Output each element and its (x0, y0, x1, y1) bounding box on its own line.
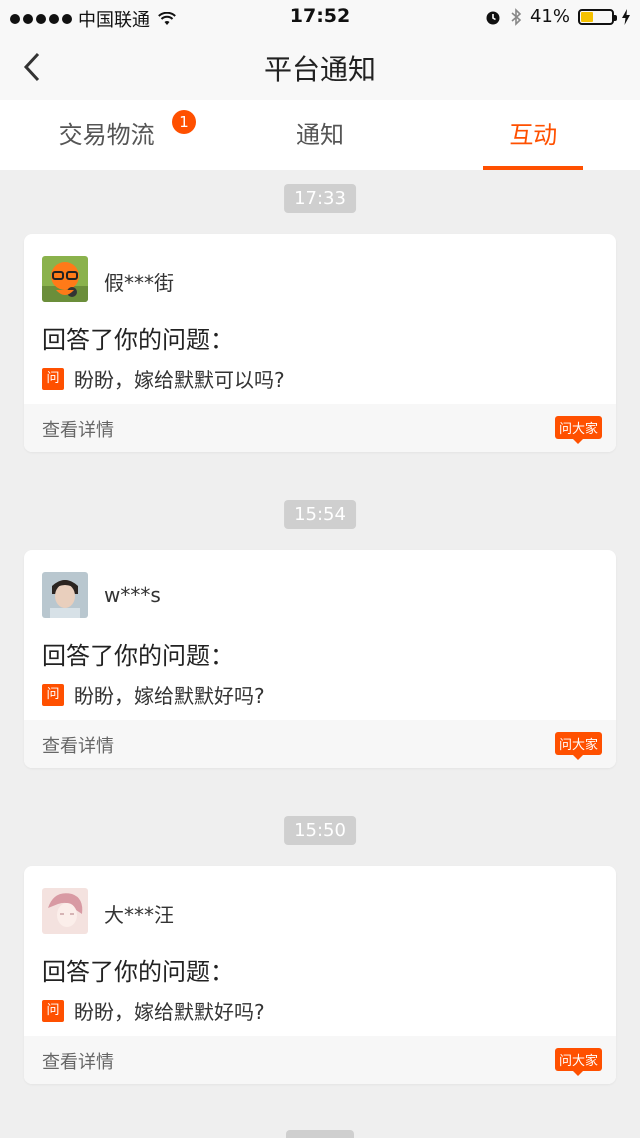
card-footer: 查看详情 问大家 (24, 720, 616, 768)
question-row: 问 盼盼，嫁给默默可以吗? (42, 364, 285, 393)
nav-bar: 平台通知 (0, 34, 640, 100)
alarm-clock-icon (486, 11, 500, 24)
source-tag: 问大家 (554, 1048, 602, 1071)
tab-label: 通知 (295, 121, 344, 149)
timestamp-chip: 17:33 (284, 184, 356, 213)
question-tag-icon: 问 (42, 367, 64, 390)
message-group: 17:33 假***街 回答了你的问题： 问 盼盼，嫁给默默可以吗? 查看详情 … (0, 170, 640, 486)
tab-interaction[interactable]: 互动 (427, 100, 640, 170)
avatar[interactable] (42, 888, 88, 934)
question-row: 问 盼盼，嫁给默默好吗? (42, 680, 265, 709)
battery-icon (578, 8, 617, 25)
timestamp-chip: 15:54 (284, 500, 356, 529)
user-name: 大***汪 (104, 903, 174, 927)
question-tag-icon: 问 (42, 999, 64, 1022)
question-text: 盼盼，嫁给默默可以吗? (74, 368, 285, 392)
tab-trade-logistics[interactable]: 交易物流 1 (0, 100, 213, 170)
status-right: 41% (484, 6, 630, 27)
action-text: 回答了你的问题： (42, 642, 234, 670)
question-row: 问 盼盼，嫁给默默好吗? (42, 996, 265, 1025)
question-tag-icon: 问 (42, 683, 64, 706)
view-details-link[interactable]: 查看详情 (42, 732, 114, 758)
timestamp-chip-partial (286, 1130, 354, 1138)
page-title: 平台通知 (263, 53, 376, 86)
question-text: 盼盼，嫁给默默好吗? (74, 1000, 265, 1024)
message-group: 15:54 w***s 回答了你的问题： 问 盼盼，嫁给默默好吗? 查看详情 问… (0, 486, 640, 802)
battery-percent: 41% (529, 6, 570, 27)
user-name: 假***街 (104, 271, 174, 295)
message-card[interactable]: w***s 回答了你的问题： 问 盼盼，嫁给默默好吗? 查看详情 问大家 (24, 550, 616, 768)
message-group: 15:50 大***汪 回答了你的问题： 问 盼盼，嫁给默默好吗? 查看详情 问… (0, 802, 640, 1118)
user-name: w***s (104, 583, 161, 607)
timestamp-chip: 15:50 (284, 816, 356, 845)
view-details-link[interactable]: 查看详情 (42, 416, 114, 442)
bluetooth-icon (511, 7, 522, 26)
action-text: 回答了你的问题： (42, 326, 234, 354)
avatar[interactable] (42, 572, 88, 618)
message-feed: 17:33 假***街 回答了你的问题： 问 盼盼，嫁给默默可以吗? 查看详情 … (0, 170, 640, 1118)
charging-icon (622, 8, 630, 25)
message-card[interactable]: 大***汪 回答了你的问题： 问 盼盼，嫁给默默好吗? 查看详情 问大家 (24, 866, 616, 1084)
message-card[interactable]: 假***街 回答了你的问题： 问 盼盼，嫁给默默可以吗? 查看详情 问大家 (24, 234, 616, 452)
question-text: 盼盼，嫁给默默好吗? (74, 684, 265, 708)
card-footer: 查看详情 问大家 (24, 1036, 616, 1084)
tab-label: 互动 (509, 121, 558, 149)
avatar[interactable] (42, 256, 88, 302)
unread-badge: 1 (172, 110, 196, 134)
card-footer: 查看详情 问大家 (24, 404, 616, 452)
tab-label: 交易物流 (58, 121, 155, 149)
source-tag: 问大家 (554, 416, 602, 439)
action-text: 回答了你的问题： (42, 958, 234, 986)
source-tag: 问大家 (554, 732, 602, 755)
tab-bar: 交易物流 1 通知 互动 (0, 100, 640, 170)
tab-notifications[interactable]: 通知 (213, 100, 426, 170)
view-details-link[interactable]: 查看详情 (42, 1048, 114, 1074)
status-bar: 中国联通 17:52 41% (0, 0, 640, 34)
